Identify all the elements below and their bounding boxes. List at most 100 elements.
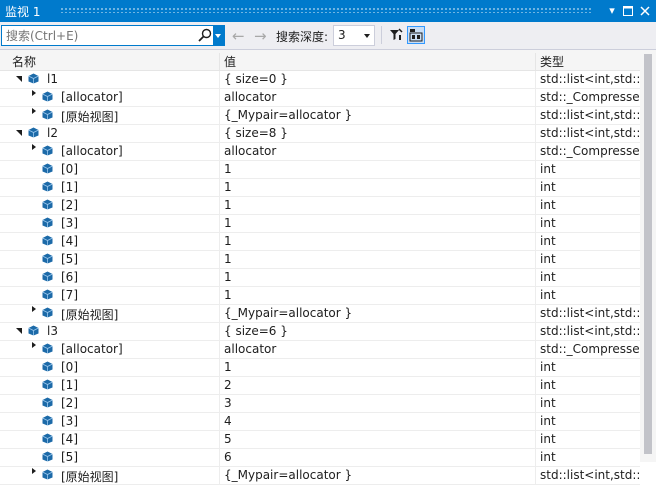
column-divider xyxy=(535,71,536,88)
column-divider xyxy=(219,287,220,304)
variable-object-icon xyxy=(42,415,53,426)
window-title: 监视 1 xyxy=(5,5,41,19)
search-icon[interactable] xyxy=(197,27,213,44)
watch-row[interactable]: l3 { size=6 } std::list<int,std::a... xyxy=(0,323,640,341)
watch-row[interactable]: [1] 1 int xyxy=(0,179,640,197)
watch-row-value[interactable]: 4 xyxy=(224,414,232,428)
watch-row-value[interactable]: allocator xyxy=(224,342,276,356)
watch-row-type: int xyxy=(540,396,556,410)
watch-row[interactable]: [0] 1 int xyxy=(0,161,640,179)
search-input[interactable] xyxy=(2,26,196,45)
column-divider xyxy=(535,251,536,268)
watch-row-name: [7] xyxy=(61,288,78,302)
watch-row[interactable]: [2] 3 int xyxy=(0,395,640,413)
watch-row[interactable]: [allocator] allocator std::_Compresse... xyxy=(0,89,640,107)
collapse-arrow-icon[interactable] xyxy=(16,130,22,136)
watch-row-name: [原始视图] xyxy=(61,470,119,484)
watch-row-value[interactable]: 3 xyxy=(224,396,232,410)
pin-filter-icon[interactable] xyxy=(387,26,405,44)
watch-row-value[interactable]: {_Mypair=allocator } xyxy=(224,108,352,122)
collapse-arrow-icon[interactable] xyxy=(16,76,22,82)
watch-row-value[interactable]: 1 xyxy=(224,162,232,176)
column-divider xyxy=(535,395,536,412)
expand-arrow-icon[interactable] xyxy=(32,468,36,474)
chevron-down-icon xyxy=(364,34,370,38)
watch-row[interactable]: [3] 4 int xyxy=(0,413,640,431)
column-divider xyxy=(535,125,536,142)
column-divider xyxy=(219,89,220,106)
watch-row[interactable]: [4] 5 int xyxy=(0,431,640,449)
watch-row[interactable]: [5] 1 int xyxy=(0,251,640,269)
scrollbar-thumb[interactable] xyxy=(644,54,652,454)
variable-object-icon xyxy=(42,361,53,372)
column-divider xyxy=(219,305,220,322)
watch-row-name: l1 xyxy=(47,72,58,86)
watch-row-value[interactable]: 5 xyxy=(224,432,232,446)
expand-arrow-icon[interactable] xyxy=(32,144,36,150)
watch-row-value[interactable]: 2 xyxy=(224,378,232,392)
watch-row[interactable]: [allocator] allocator std::_Compresse... xyxy=(0,341,640,359)
column-name-header[interactable]: 名称 xyxy=(12,53,36,70)
watch-row[interactable]: l2 { size=8 } std::list<int,std::a... xyxy=(0,125,640,143)
watch-row-value[interactable]: 1 xyxy=(224,252,232,266)
watch-row-value[interactable]: 1 xyxy=(224,216,232,230)
search-previous-icon[interactable]: ← xyxy=(232,27,245,45)
watch-row-value[interactable]: 1 xyxy=(224,180,232,194)
watch-row-type: int xyxy=(540,270,556,284)
expand-arrow-icon[interactable] xyxy=(32,306,36,312)
watch-row[interactable]: [3] 1 int xyxy=(0,215,640,233)
watch-row-value[interactable]: {_Mypair=allocator } xyxy=(224,306,352,320)
collapse-arrow-icon[interactable] xyxy=(16,328,22,334)
watch-row[interactable]: [2] 1 int xyxy=(0,197,640,215)
column-resize-handle[interactable] xyxy=(535,53,536,73)
close-icon[interactable] xyxy=(637,3,653,19)
column-value-header[interactable]: 值 xyxy=(224,53,236,70)
watch-row-type: std::list<int,std::a... xyxy=(540,108,640,122)
column-divider xyxy=(219,431,220,448)
watch-row-value[interactable]: 1 xyxy=(224,234,232,248)
watch-row-value[interactable]: 1 xyxy=(224,288,232,302)
window-title-bar[interactable]: 监视 1 ▾ xyxy=(0,0,656,22)
watch-row-value[interactable]: { size=8 } xyxy=(224,126,288,140)
watch-row[interactable]: [原始视图] {_Mypair=allocator } std::list<int,… xyxy=(0,467,640,485)
watch-row-name: [原始视图] xyxy=(61,308,119,322)
watch-row-name: [3] xyxy=(61,414,78,428)
expand-arrow-icon[interactable] xyxy=(32,108,36,114)
watch-row[interactable]: [原始视图] {_Mypair=allocator } std::list<int,… xyxy=(0,107,640,125)
hex-display-icon[interactable] xyxy=(407,26,425,44)
search-next-icon[interactable]: → xyxy=(254,27,267,45)
watch-row[interactable]: [6] 1 int xyxy=(0,269,640,287)
variable-object-icon xyxy=(42,217,53,228)
search-options-dropdown[interactable] xyxy=(213,26,224,45)
watch-row-value[interactable]: 1 xyxy=(224,198,232,212)
watch-row[interactable]: [原始视图] {_Mypair=allocator } std::list<int,… xyxy=(0,305,640,323)
watch-row[interactable]: [0] 1 int xyxy=(0,359,640,377)
column-resize-handle[interactable] xyxy=(219,53,220,73)
watch-row-value[interactable]: 1 xyxy=(224,360,232,374)
maximize-icon[interactable] xyxy=(620,3,636,19)
variable-object-icon xyxy=(42,235,53,246)
vertical-scrollbar[interactable] xyxy=(640,50,656,462)
watch-row-value[interactable]: { size=0 } xyxy=(224,72,288,86)
watch-row[interactable]: [1] 2 int xyxy=(0,377,640,395)
watch-row-name: [4] xyxy=(61,234,78,248)
watch-row-value[interactable]: allocator xyxy=(224,144,276,158)
watch-row-value[interactable]: {_Mypair=allocator } xyxy=(224,468,352,482)
watch-row[interactable]: [7] 1 int xyxy=(0,287,640,305)
dropdown-icon[interactable]: ▾ xyxy=(604,3,620,19)
search-depth-value: 3 xyxy=(338,28,346,42)
watch-row-type: std::list<int,std::a... xyxy=(540,306,640,320)
column-type-header[interactable]: 类型 xyxy=(540,53,564,70)
watch-row-value[interactable]: allocator xyxy=(224,90,276,104)
watch-row[interactable]: [5] 6 int xyxy=(0,449,640,467)
expand-arrow-icon[interactable] xyxy=(32,342,36,348)
watch-row[interactable]: [4] 1 int xyxy=(0,233,640,251)
watch-row[interactable]: l1 { size=0 } std::list<int,std::a... xyxy=(0,71,640,89)
watch-row[interactable]: [allocator] allocator std::_Compresse... xyxy=(0,143,640,161)
watch-row-value[interactable]: { size=6 } xyxy=(224,324,288,338)
column-divider xyxy=(535,197,536,214)
search-depth-select[interactable]: 3 xyxy=(333,25,375,46)
watch-row-value[interactable]: 1 xyxy=(224,270,232,284)
expand-arrow-icon[interactable] xyxy=(32,90,36,96)
variable-object-icon xyxy=(42,199,53,210)
